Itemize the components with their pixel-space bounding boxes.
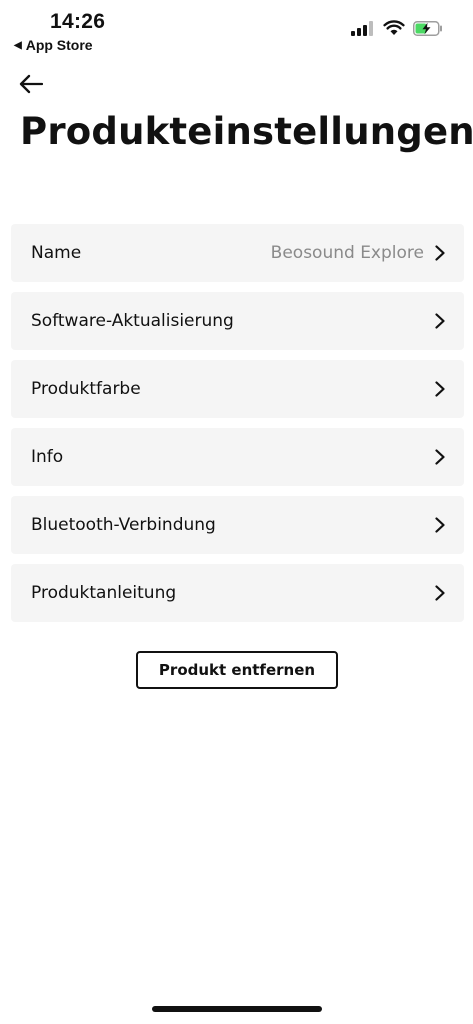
settings-row-info[interactable]: Info	[11, 428, 464, 486]
chevron-right-icon	[435, 449, 445, 465]
back-to-app-store[interactable]: ◀ App Store	[14, 37, 93, 53]
settings-row-bluetooth[interactable]: Bluetooth-Verbindung	[11, 496, 464, 554]
settings-row-label: Software-Aktualisierung	[31, 311, 234, 331]
settings-row-label: Name	[31, 243, 82, 263]
chevron-right-icon	[435, 517, 445, 533]
status-time: 14:26	[50, 10, 106, 33]
settings-row-label: Produktfarbe	[31, 379, 141, 399]
status-icons	[351, 20, 443, 36]
back-button[interactable]	[16, 70, 46, 98]
settings-row-software-update[interactable]: Software-Aktualisierung	[11, 292, 464, 350]
remove-product-button[interactable]: Produkt entfernen	[136, 651, 338, 689]
battery-charging-icon	[413, 20, 442, 36]
settings-row-label: Produktanleitung	[31, 583, 177, 603]
settings-list: Name Beosound Explore Software-Aktualisi…	[11, 224, 464, 632]
cellular-signal-icon	[351, 20, 373, 36]
product-name-value: Beosound Explore	[270, 243, 424, 263]
settings-row-label: Bluetooth-Verbindung	[31, 515, 216, 535]
settings-row-name[interactable]: Name Beosound Explore	[11, 224, 464, 282]
wifi-icon	[383, 20, 405, 35]
home-indicator[interactable]	[152, 1006, 322, 1012]
status-bar: 14:26 ◀ App Store	[0, 0, 473, 56]
settings-row-product-manual[interactable]: Produktanleitung	[11, 564, 464, 622]
back-arrow-icon	[19, 74, 43, 94]
settings-row-label: Info	[31, 447, 64, 467]
chevron-right-icon	[435, 313, 445, 329]
settings-row-product-color[interactable]: Produktfarbe	[11, 360, 464, 418]
chevron-right-icon	[435, 245, 445, 261]
settings-row-right: Beosound Explore	[271, 243, 446, 263]
chevron-right-icon	[435, 585, 445, 601]
back-app-label: App Store	[25, 37, 93, 53]
page-title: Produkteinstellungen	[20, 110, 473, 153]
chevron-right-icon	[435, 381, 445, 397]
back-triangle-icon: ◀	[14, 39, 22, 51]
